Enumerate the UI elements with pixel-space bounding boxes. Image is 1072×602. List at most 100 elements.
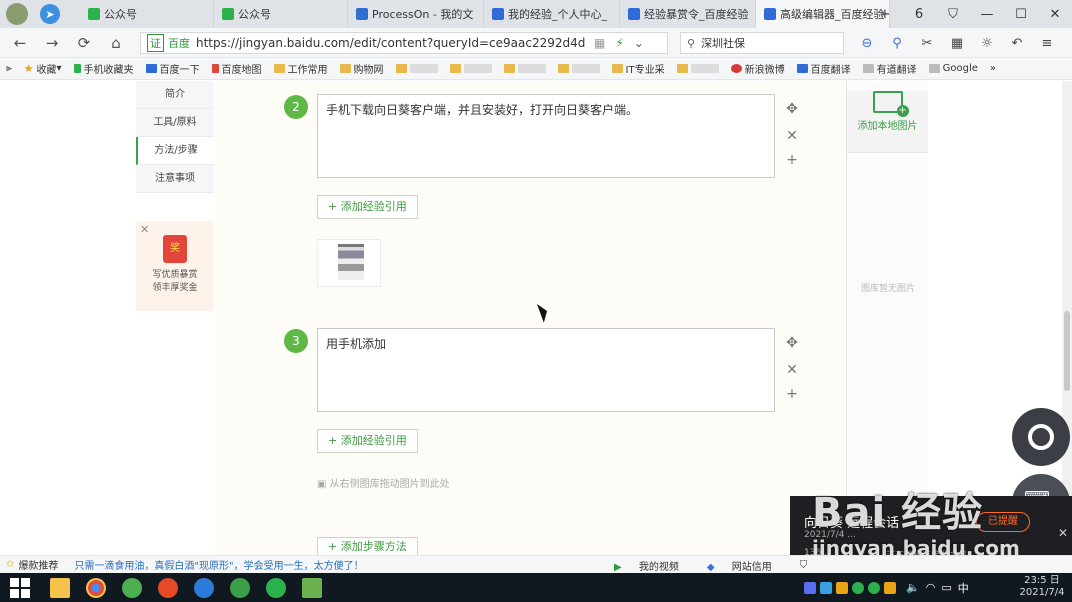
new-tab-button[interactable]: + [868, 7, 902, 22]
brightness-icon[interactable]: ☼ [972, 36, 1002, 51]
bookmark-baidu-translate[interactable]: 百度翻译 [796, 61, 851, 76]
qr-code-icon[interactable]: ▦ [594, 36, 605, 50]
tab-5[interactable]: 经验暴赏令_百度经验 [620, 0, 756, 28]
bookmark-favorites[interactable]: ★ 收藏 ▾ [24, 61, 62, 76]
floating-record-button[interactable] [1012, 408, 1070, 466]
recommend-link[interactable]: 爆款推荐 [18, 557, 58, 572]
swirl-app-icon[interactable] [158, 577, 178, 598]
add-step-button[interactable]: + 添加步骤方法 [317, 537, 418, 555]
net-credit-link[interactable]: ◆ 网站信用 [707, 558, 786, 573]
ime-indicator[interactable]: 中 [958, 580, 969, 596]
bookmark-blurred-5[interactable] [676, 64, 719, 73]
step-text-editor[interactable]: 用手机添加 [317, 328, 775, 412]
message-icon[interactable]: ▭ [941, 581, 951, 594]
bookmark-blurred-4[interactable] [557, 64, 600, 73]
news-ticker-link[interactable]: 只需一滴食用油，真假白酒"现原形"，学会受用一生，太方便了！ [74, 557, 363, 572]
step-text-editor[interactable]: 手机下载向日葵客户端，并且安装好，打开向日葵客户端。 [317, 94, 775, 178]
reload-button[interactable]: ⟳ [68, 34, 100, 52]
shirt-skin-icon[interactable]: ⛉ [936, 7, 970, 22]
scissors-icon[interactable]: ✂ [912, 36, 942, 51]
green-app-icon[interactable] [230, 577, 250, 598]
delete-step-icon[interactable]: ✕ [784, 128, 800, 144]
navigation-icon[interactable]: ➤ [40, 4, 60, 24]
forward-button[interactable]: → [36, 34, 68, 52]
magnifier-icon[interactable]: ⚲ [882, 36, 912, 51]
move-icon[interactable]: ✥ [784, 101, 800, 117]
maximize-button[interactable]: ☐ [1004, 7, 1038, 22]
tab-counter[interactable]: 6 [902, 7, 936, 22]
search-input[interactable]: ⚲ 深圳社保 [680, 32, 844, 54]
baidu-paw-icon [764, 8, 776, 20]
sidebar-toggle-icon[interactable]: ⫸ [6, 63, 12, 74]
wechat-icon[interactable] [266, 577, 286, 598]
image-drop-zone[interactable]: ▣ 从右侧图库拖动图片到此处 [317, 475, 450, 490]
reward-promo[interactable]: ✕ 奖 写优质暴赏 领丰厚奖金 [136, 221, 214, 311]
user-avatar[interactable] [6, 3, 28, 25]
tray-app-icon[interactable] [852, 581, 864, 594]
undo-icon[interactable]: ↶ [1002, 36, 1032, 51]
tab-3[interactable]: ProcessOn - 我的文 [348, 0, 484, 28]
back-button[interactable]: ← [4, 34, 36, 52]
bookmark-blurred-2[interactable] [449, 64, 492, 73]
shield-icon[interactable]: ⛉ [800, 560, 808, 571]
tab-2[interactable]: 公众号 [214, 0, 348, 28]
move-icon[interactable]: ✥ [784, 335, 800, 351]
nav-item-tools[interactable]: 工具/原料 [136, 109, 214, 137]
close-icon[interactable]: ✕ [140, 223, 149, 236]
promo-line-1: 写优质暴赏 [152, 270, 198, 280]
bookmark-mobile[interactable]: 手机收藏夹 [73, 61, 134, 76]
bookmark-it[interactable]: IT专业采 [611, 61, 665, 76]
bookmark-overflow[interactable]: » [990, 63, 996, 74]
file-explorer-icon[interactable] [50, 577, 70, 598]
add-reference-button[interactable]: + 添加经验引用 [317, 195, 418, 219]
editor-app-icon[interactable] [302, 577, 322, 598]
step-image-thumbnail[interactable] [317, 239, 381, 287]
system-clock[interactable]: 23:5 日 2021/7/4 [1012, 575, 1072, 599]
tray-app-icon[interactable] [836, 581, 848, 594]
bookmark-weibo[interactable]: 新浪微博 [730, 61, 785, 76]
tab-4[interactable]: 我的经验_个人中心_ [484, 0, 620, 28]
my-video-link[interactable]: ▶ 我的视频 [614, 558, 693, 573]
delete-step-icon[interactable]: ✕ [784, 362, 800, 378]
bookmark-google[interactable]: Google [928, 63, 978, 74]
add-reference-button[interactable]: + 添加经验引用 [317, 429, 418, 453]
bookmark-blurred-1[interactable] [395, 64, 438, 73]
wifi-icon[interactable]: ◠ [926, 581, 936, 594]
bookmark-work[interactable]: 工作常用 [273, 61, 328, 76]
tray-app-icon[interactable] [804, 581, 816, 594]
lightning-icon[interactable]: ⚡ [615, 36, 623, 50]
tray-app-icon[interactable] [820, 581, 832, 594]
chevron-down-icon[interactable]: ⌄ [634, 36, 644, 50]
tab-1[interactable]: 公众号 [80, 0, 214, 28]
nav-item-steps[interactable]: 方法/步骤 [136, 137, 214, 165]
volume-icon[interactable]: 🔈 [906, 581, 920, 594]
url-field[interactable]: 证 百度 https://jingyan.baidu.com/edit/cont… [140, 32, 668, 54]
bookmark-label: 有道翻译 [876, 65, 917, 76]
apps-grid-icon[interactable]: ▦ [942, 36, 972, 51]
bookmark-blurred-3[interactable] [503, 64, 546, 73]
add-step-icon[interactable]: + [784, 152, 800, 168]
bookmark-baidu-map[interactable]: 百度地图 [211, 61, 262, 76]
close-window-button[interactable]: ✕ [1038, 7, 1072, 22]
nav-item-notes[interactable]: 注意事项 [136, 165, 214, 193]
menu-icon[interactable]: ≡ [1032, 36, 1062, 51]
tray-app-icon[interactable] [884, 581, 896, 594]
bookmark-baidu[interactable]: 百度一下 [145, 61, 200, 76]
nav-item-intro[interactable]: 简介 [136, 81, 214, 109]
minimize-button[interactable]: — [970, 7, 1004, 22]
k-app-icon[interactable] [194, 577, 214, 598]
browser-360-icon[interactable] [122, 577, 142, 598]
add-local-image-button[interactable]: + 添加本地图片 [847, 91, 928, 153]
windows-start-button[interactable] [10, 577, 30, 598]
close-icon[interactable]: ✕ [1058, 526, 1068, 540]
folder-icon [273, 64, 285, 73]
tray-app-icon[interactable] [868, 581, 880, 594]
bookmark-youdao[interactable]: 有道翻译 [862, 61, 917, 76]
bookmark-shopping[interactable]: 购物网 [339, 61, 384, 76]
blurred-label [409, 64, 438, 73]
baidu-search-icon[interactable]: ⊖ [852, 36, 882, 51]
home-button[interactable]: ⌂ [100, 34, 132, 52]
add-step-icon[interactable]: + [784, 386, 800, 402]
chrome-icon[interactable] [86, 577, 106, 598]
scroll-thumb[interactable] [1064, 311, 1070, 391]
